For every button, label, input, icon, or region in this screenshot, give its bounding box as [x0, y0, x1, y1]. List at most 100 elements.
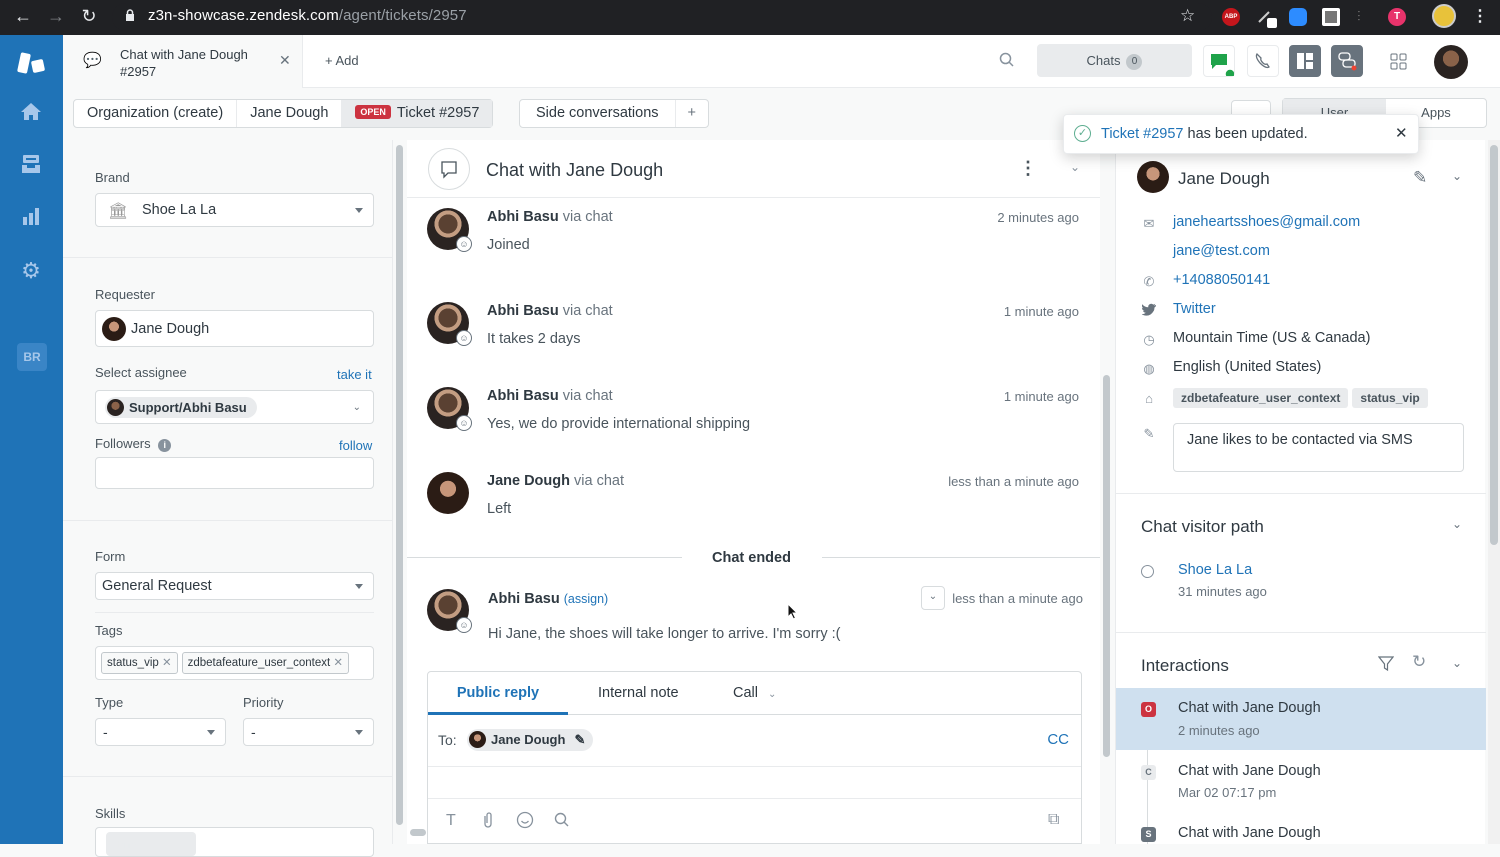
- close-toast-icon[interactable]: ✕: [1395, 124, 1408, 142]
- extension-cube-icon[interactable]: [1322, 8, 1340, 26]
- add-tab-button[interactable]: + Add: [325, 53, 359, 68]
- home-icon[interactable]: [19, 101, 43, 125]
- tab-organization[interactable]: Organization (create): [74, 100, 238, 127]
- interaction-badge-open: O: [1141, 702, 1156, 717]
- collapse-chevron-icon[interactable]: ⌄: [1452, 169, 1462, 183]
- follow-link[interactable]: follow: [339, 438, 372, 453]
- more-options-icon[interactable]: ⋮: [1019, 158, 1037, 179]
- side-conversations-group: Side conversations +: [519, 99, 709, 128]
- chats-button[interactable]: Chats 0: [1037, 44, 1192, 77]
- forward-icon[interactable]: →: [45, 6, 67, 27]
- zoom-extension-icon[interactable]: [1289, 8, 1307, 26]
- tab-requester[interactable]: Jane Dough: [237, 100, 343, 127]
- star-icon[interactable]: ☆: [1180, 6, 1195, 26]
- interaction-title: Chat with Jane Dough: [1178, 825, 1321, 841]
- reload-icon[interactable]: ↻: [78, 6, 100, 27]
- side-conversations-icon[interactable]: [1331, 45, 1363, 77]
- assign-link[interactable]: (assign): [564, 592, 608, 606]
- success-check-icon: ✓: [1074, 125, 1091, 142]
- reply-textarea[interactable]: [428, 768, 1081, 798]
- zendesk-logo-icon[interactable]: [17, 51, 47, 78]
- take-it-link[interactable]: take it: [337, 367, 372, 382]
- phone-number[interactable]: +14088050141: [1173, 272, 1270, 288]
- interaction-item[interactable]: [1116, 752, 1486, 812]
- type-select[interactable]: -: [95, 718, 226, 746]
- tab-call[interactable]: Call ⌄: [733, 672, 776, 716]
- layout-icon[interactable]: [1289, 45, 1321, 77]
- tag-chip: zdbetafeature_user_context ✕: [181, 652, 350, 674]
- knowledge-search-icon[interactable]: [554, 812, 570, 831]
- user-notes-textarea[interactable]: Jane likes to be contacted via SMS: [1173, 423, 1464, 472]
- attachment-icon[interactable]: [481, 811, 495, 832]
- email-primary[interactable]: janeheartsshoes@gmail.com: [1173, 214, 1360, 230]
- agent-avatar: ☺: [427, 589, 472, 633]
- url-text: z3n-showcase.zendesk.com/agent/tickets/2…: [148, 7, 467, 24]
- views-icon[interactable]: [19, 154, 43, 178]
- requester-field[interactable]: Jane Dough: [95, 310, 374, 347]
- user-avatar: [1137, 161, 1169, 193]
- conversation-title: Chat with Jane Dough: [486, 160, 664, 180]
- extension-bars-icon[interactable]: ⫶: [1357, 8, 1361, 25]
- recipient-pill[interactable]: Jane Dough ✎: [467, 729, 594, 751]
- user-name: Jane Dough: [1178, 169, 1270, 188]
- twitter-link[interactable]: Twitter: [1173, 301, 1216, 317]
- priority-select[interactable]: -: [243, 718, 374, 746]
- message-options-chevron-icon[interactable]: ⌄: [921, 586, 945, 610]
- back-icon[interactable]: ←: [12, 6, 34, 27]
- adblock-extension-icon[interactable]: ABP: [1222, 8, 1240, 26]
- interaction-item-selected[interactable]: [1116, 688, 1486, 750]
- search-icon[interactable]: [999, 52, 1015, 71]
- side-conversations-button[interactable]: Side conversations: [520, 100, 676, 127]
- skills-input[interactable]: English: [95, 827, 374, 857]
- extension-t-icon[interactable]: T: [1388, 8, 1406, 26]
- apps-grid-icon[interactable]: [1390, 53, 1408, 74]
- text-format-icon[interactable]: T: [446, 812, 456, 830]
- phone-icon[interactable]: [1247, 45, 1279, 77]
- requester-avatar: [427, 472, 469, 514]
- horizontal-scrollbar[interactable]: [410, 829, 426, 836]
- right-panel-scroll-track: [1488, 140, 1500, 844]
- emoji-icon[interactable]: [516, 811, 534, 832]
- visited-page-link[interactable]: Shoe La La: [1178, 562, 1252, 578]
- add-side-conversation-button[interactable]: +: [676, 100, 708, 127]
- left-panel-scrollbar[interactable]: [396, 145, 403, 825]
- followers-input[interactable]: [95, 457, 374, 489]
- edit-user-icon[interactable]: ✎: [1413, 168, 1427, 188]
- menu-kebab-icon[interactable]: ⋮: [1472, 6, 1488, 26]
- filter-icon[interactable]: [1377, 655, 1395, 675]
- collapse-chevron-icon[interactable]: ⌄: [1452, 517, 1462, 531]
- apps-puzzle-icon[interactable]: ⧉: [1048, 811, 1059, 829]
- workspace-tab-ticket[interactable]: 💬 Chat with Jane Dough #2957 ✕: [63, 35, 303, 88]
- remove-tag-icon[interactable]: ✕: [333, 657, 343, 669]
- form-select[interactable]: General Request: [95, 572, 374, 600]
- brand-switcher[interactable]: BR: [17, 343, 47, 371]
- info-icon[interactable]: i: [158, 439, 172, 452]
- email-secondary[interactable]: jane@test.com: [1173, 243, 1270, 259]
- admin-gear-icon[interactable]: ⚙: [19, 258, 43, 283]
- reporting-icon[interactable]: [19, 207, 43, 231]
- refresh-icon[interactable]: ↻: [1412, 652, 1426, 672]
- collapse-chevron-icon[interactable]: ⌄: [1452, 656, 1462, 670]
- right-panel-scrollbar[interactable]: [1490, 145, 1498, 545]
- toast-ticket-link[interactable]: Ticket #2957: [1101, 126, 1183, 142]
- agent-avatar[interactable]: [1434, 45, 1468, 79]
- chat-status-button[interactable]: [1203, 45, 1236, 80]
- requester-avatar: [102, 317, 126, 341]
- tab-public-reply[interactable]: Public reply: [428, 672, 568, 715]
- assignee-select[interactable]: Support/Abhi Basu ⌄: [95, 390, 374, 424]
- extension-icon[interactable]: [1257, 8, 1277, 28]
- close-tab-icon[interactable]: ✕: [279, 52, 291, 69]
- assignee-pill: Support/Abhi Basu: [105, 397, 257, 418]
- conversation-scrollbar[interactable]: [1103, 375, 1110, 757]
- collapse-chevron-icon[interactable]: ⌄: [1070, 160, 1080, 174]
- tab-internal-note[interactable]: Internal note: [598, 672, 679, 714]
- tags-input[interactable]: status_vip ✕ zdbetafeature_user_context ✕: [95, 646, 374, 680]
- profile-avatar[interactable]: [1432, 4, 1456, 28]
- reply-composer: Public reply Internal note Call ⌄ To: Ja…: [427, 671, 1082, 844]
- edit-pencil-icon[interactable]: ✎: [575, 729, 586, 751]
- remove-tag-icon[interactable]: ✕: [162, 657, 172, 669]
- tab-ticket[interactable]: OPEN Ticket #2957: [342, 100, 493, 127]
- message-time: less than a minute ago: [952, 591, 1083, 606]
- brand-select[interactable]: 🏛 Shoe La La: [95, 193, 374, 227]
- cc-button[interactable]: CC: [1047, 731, 1069, 748]
